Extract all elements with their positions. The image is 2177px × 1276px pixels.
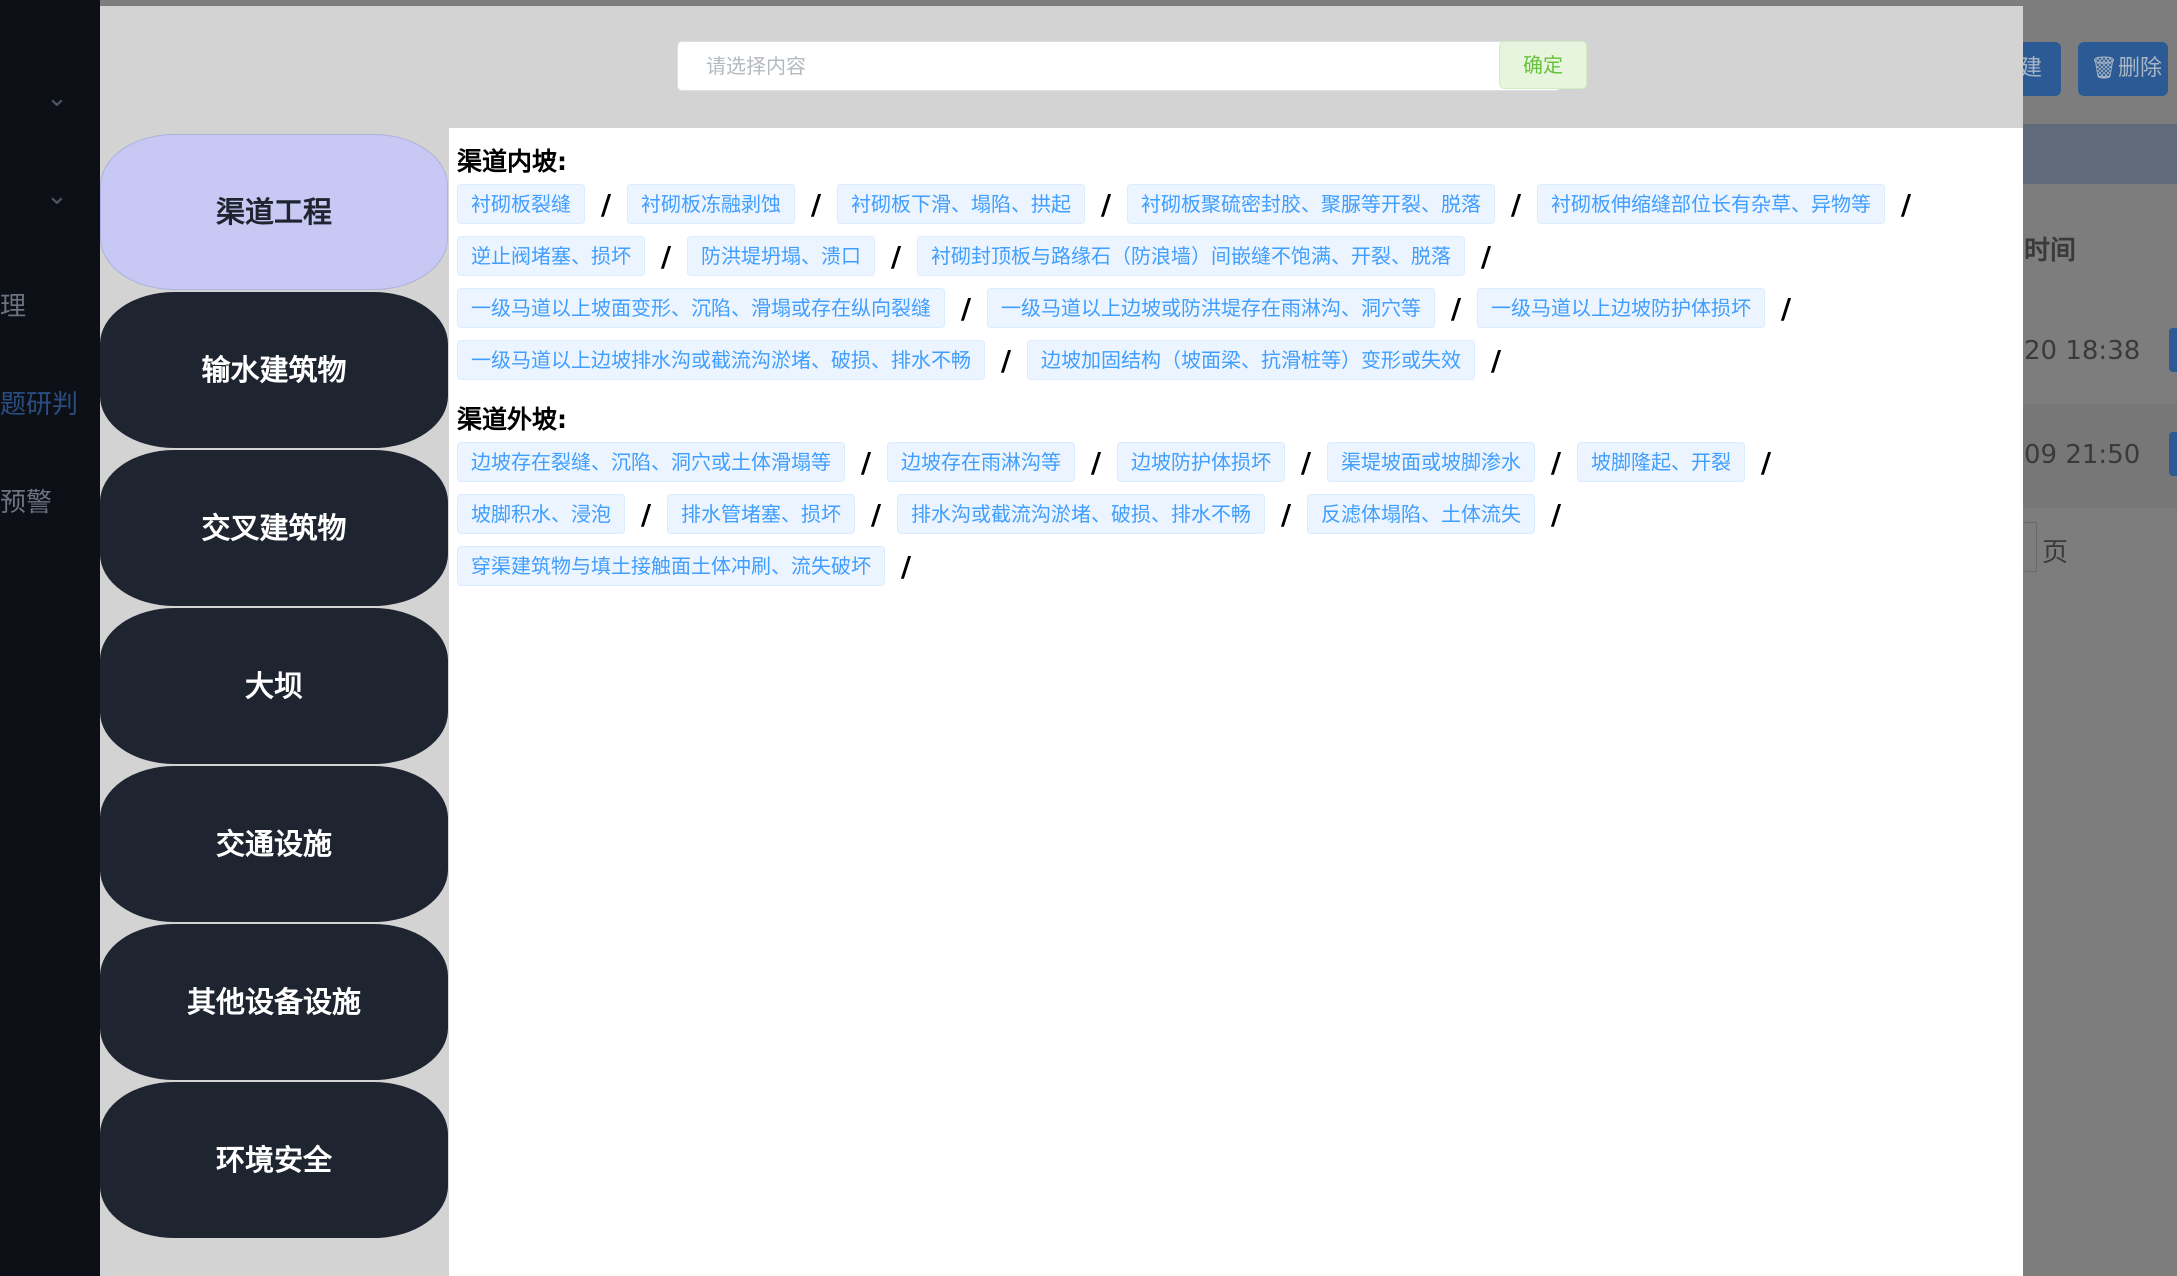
background-nav-item: 预警 <box>0 488 53 518</box>
tag-row: 穿渠建筑物与填土接触面土体冲刷、流失破坏 / <box>457 546 927 586</box>
category-item-crossing-structure[interactable]: 交叉建筑物 <box>100 450 448 606</box>
tag-separator: / <box>960 291 972 325</box>
chevron-down-icon: ⌄ <box>46 83 68 113</box>
category-list: 渠道工程 输水建筑物 交叉建筑物 大坝 交通设施 其他设备设施 环境安全 <box>100 126 450 1276</box>
tag-separator: / <box>640 497 652 531</box>
tag-row: 一级马道以上边坡排水沟或截流沟淤堵、破损、排水不畅 / 边坡加固结构（坡面梁、抗滑… <box>457 340 1517 380</box>
section-title-outer-slope: 渠道外坡: <box>457 405 567 434</box>
tag-item[interactable]: 边坡存在雨淋沟等 <box>887 442 1075 482</box>
background-page-label: 页 <box>2042 538 2069 568</box>
tag-separator: / <box>810 187 822 221</box>
tag-separator: / <box>860 445 872 479</box>
tag-item[interactable]: 一级马道以上边坡排水沟或截流沟淤堵、破损、排水不畅 <box>457 340 985 380</box>
tag-item[interactable]: 逆止阀堵塞、损坏 <box>457 236 645 276</box>
tag-item[interactable]: 衬砌板伸缩缝部位长有杂草、异物等 <box>1537 184 1885 224</box>
tag-item[interactable]: 衬砌板裂缝 <box>457 184 585 224</box>
category-item-canal-engineering[interactable]: 渠道工程 <box>100 134 448 290</box>
tag-separator: / <box>1280 497 1292 531</box>
tag-item[interactable]: 衬砌板冻融剥蚀 <box>627 184 795 224</box>
category-item-water-conveyance[interactable]: 输水建筑物 <box>100 292 448 448</box>
tag-separator: / <box>1490 343 1502 377</box>
tag-separator: / <box>1780 291 1792 325</box>
background-sidebar: ⌄ ⌄ 理 题研判 预警 <box>0 0 100 1276</box>
trash-icon: 🗑 <box>2090 56 2118 81</box>
tag-item[interactable]: 反滤体塌陷、土体流失 <box>1307 494 1535 534</box>
background-delete-button: 🗑删除 <box>2078 42 2168 96</box>
category-item-traffic-facility[interactable]: 交通设施 <box>100 766 448 922</box>
search-input[interactable] <box>678 42 1560 90</box>
tag-row: 一级马道以上坡面变形、沉陷、滑塌或存在纵向裂缝 / 一级马道以上边坡或防洪堤存在雨… <box>457 288 1807 328</box>
background-row-time: 20 18:38 <box>2024 336 2141 366</box>
tag-row: 坡脚积水、浸泡 / 排水管堵塞、损坏 / 排水沟或截流沟淤堵、破损、排水不畅 / 反滤… <box>457 494 1577 534</box>
tag-separator: / <box>660 239 672 273</box>
tag-separator: / <box>1510 187 1522 221</box>
tag-item[interactable]: 穿渠建筑物与填土接触面土体冲刷、流失破坏 <box>457 546 885 586</box>
tag-row: 边坡存在裂缝、沉陷、洞穴或土体滑塌等 / 边坡存在雨淋沟等 / 边坡防护体损坏 / 渠… <box>457 442 1787 482</box>
background-nav-item-active: 题研判 <box>0 390 79 420</box>
tag-separator: / <box>1760 445 1772 479</box>
tag-separator: / <box>1100 187 1112 221</box>
tag-item[interactable]: 坡脚积水、浸泡 <box>457 494 625 534</box>
background-nav-item: 理 <box>0 292 27 322</box>
background-row-time: 09 21:50 <box>2024 440 2141 470</box>
tag-row: 衬砌板裂缝 / 衬砌板冻融剥蚀 / 衬砌板下滑、塌陷、拱起 / 衬砌板聚硫密封胶、聚脲… <box>457 184 1927 224</box>
tag-item[interactable]: 一级马道以上边坡或防洪堤存在雨淋沟、洞穴等 <box>987 288 1435 328</box>
tag-item[interactable]: 一级马道以上坡面变形、沉陷、滑塌或存在纵向裂缝 <box>457 288 945 328</box>
background-table-header: 时间 <box>2024 236 2077 266</box>
background-table-row: 20 18:38 <box>2020 300 2177 404</box>
tag-item[interactable]: 坡脚隆起、开裂 <box>1577 442 1745 482</box>
tag-item[interactable]: 衬砌板下滑、塌陷、拱起 <box>837 184 1085 224</box>
tag-item[interactable]: 边坡防护体损坏 <box>1117 442 1285 482</box>
tag-separator: / <box>1550 445 1562 479</box>
background-toolbar-bar <box>2020 124 2177 184</box>
tag-item[interactable]: 边坡加固结构（坡面梁、抗滑桩等）变形或失效 <box>1027 340 1475 380</box>
tag-item[interactable]: 防洪堤坍塌、溃口 <box>687 236 875 276</box>
tag-row: 逆止阀堵塞、损坏 / 防洪堤坍塌、溃口 / 衬砌封顶板与路缘石（防浪墙）间嵌缝不饱满… <box>457 236 1507 276</box>
tag-separator: / <box>1090 445 1102 479</box>
confirm-button[interactable]: 确定 <box>1499 41 1587 89</box>
tag-separator: / <box>600 187 612 221</box>
tag-separator: / <box>900 549 912 583</box>
category-item-other-equipment[interactable]: 其他设备设施 <box>100 924 448 1080</box>
tag-separator: / <box>890 239 902 273</box>
tag-separator: / <box>1300 445 1312 479</box>
category-item-environment-safety[interactable]: 环境安全 <box>100 1082 448 1238</box>
tag-item[interactable]: 排水管堵塞、损坏 <box>667 494 855 534</box>
tag-separator: / <box>870 497 882 531</box>
background-delete-label: 删除 <box>2117 56 2162 81</box>
tag-separator: / <box>1450 291 1462 325</box>
tag-item[interactable]: 一级马道以上边坡防护体损坏 <box>1477 288 1765 328</box>
tag-item[interactable]: 衬砌封顶板与路缘石（防浪墙）间嵌缝不饱满、开裂、脱落 <box>917 236 1465 276</box>
search-field[interactable] <box>677 41 1561 91</box>
background-row-action <box>2169 328 2177 372</box>
selection-modal: 确定 渠道工程 输水建筑物 交叉建筑物 大坝 交通设施 其他设备设施 环境安全 … <box>100 6 2023 1276</box>
background-table-row: 09 21:50 <box>2020 404 2177 508</box>
tag-item[interactable]: 渠堤坡面或坡脚渗水 <box>1327 442 1535 482</box>
tag-item[interactable]: 边坡存在裂缝、沉陷、洞穴或土体滑塌等 <box>457 442 845 482</box>
tag-item[interactable]: 排水沟或截流沟淤堵、破损、排水不畅 <box>897 494 1265 534</box>
category-item-dam[interactable]: 大坝 <box>100 608 448 764</box>
tag-item[interactable]: 衬砌板聚硫密封胶、聚脲等开裂、脱落 <box>1127 184 1495 224</box>
background-new-label: 建 <box>2020 56 2043 81</box>
chevron-down-icon: ⌄ <box>46 181 68 211</box>
tag-separator: / <box>1480 239 1492 273</box>
tag-separator: / <box>1550 497 1562 531</box>
tag-separator: / <box>1900 187 1912 221</box>
tag-content-panel: 渠道内坡: 衬砌板裂缝 / 衬砌板冻融剥蚀 / 衬砌板下滑、塌陷、拱起 / 衬砌板聚硫… <box>449 128 2023 1276</box>
section-title-inner-slope: 渠道内坡: <box>457 147 567 176</box>
background-row-action <box>2169 432 2177 476</box>
tag-separator: / <box>1000 343 1012 377</box>
